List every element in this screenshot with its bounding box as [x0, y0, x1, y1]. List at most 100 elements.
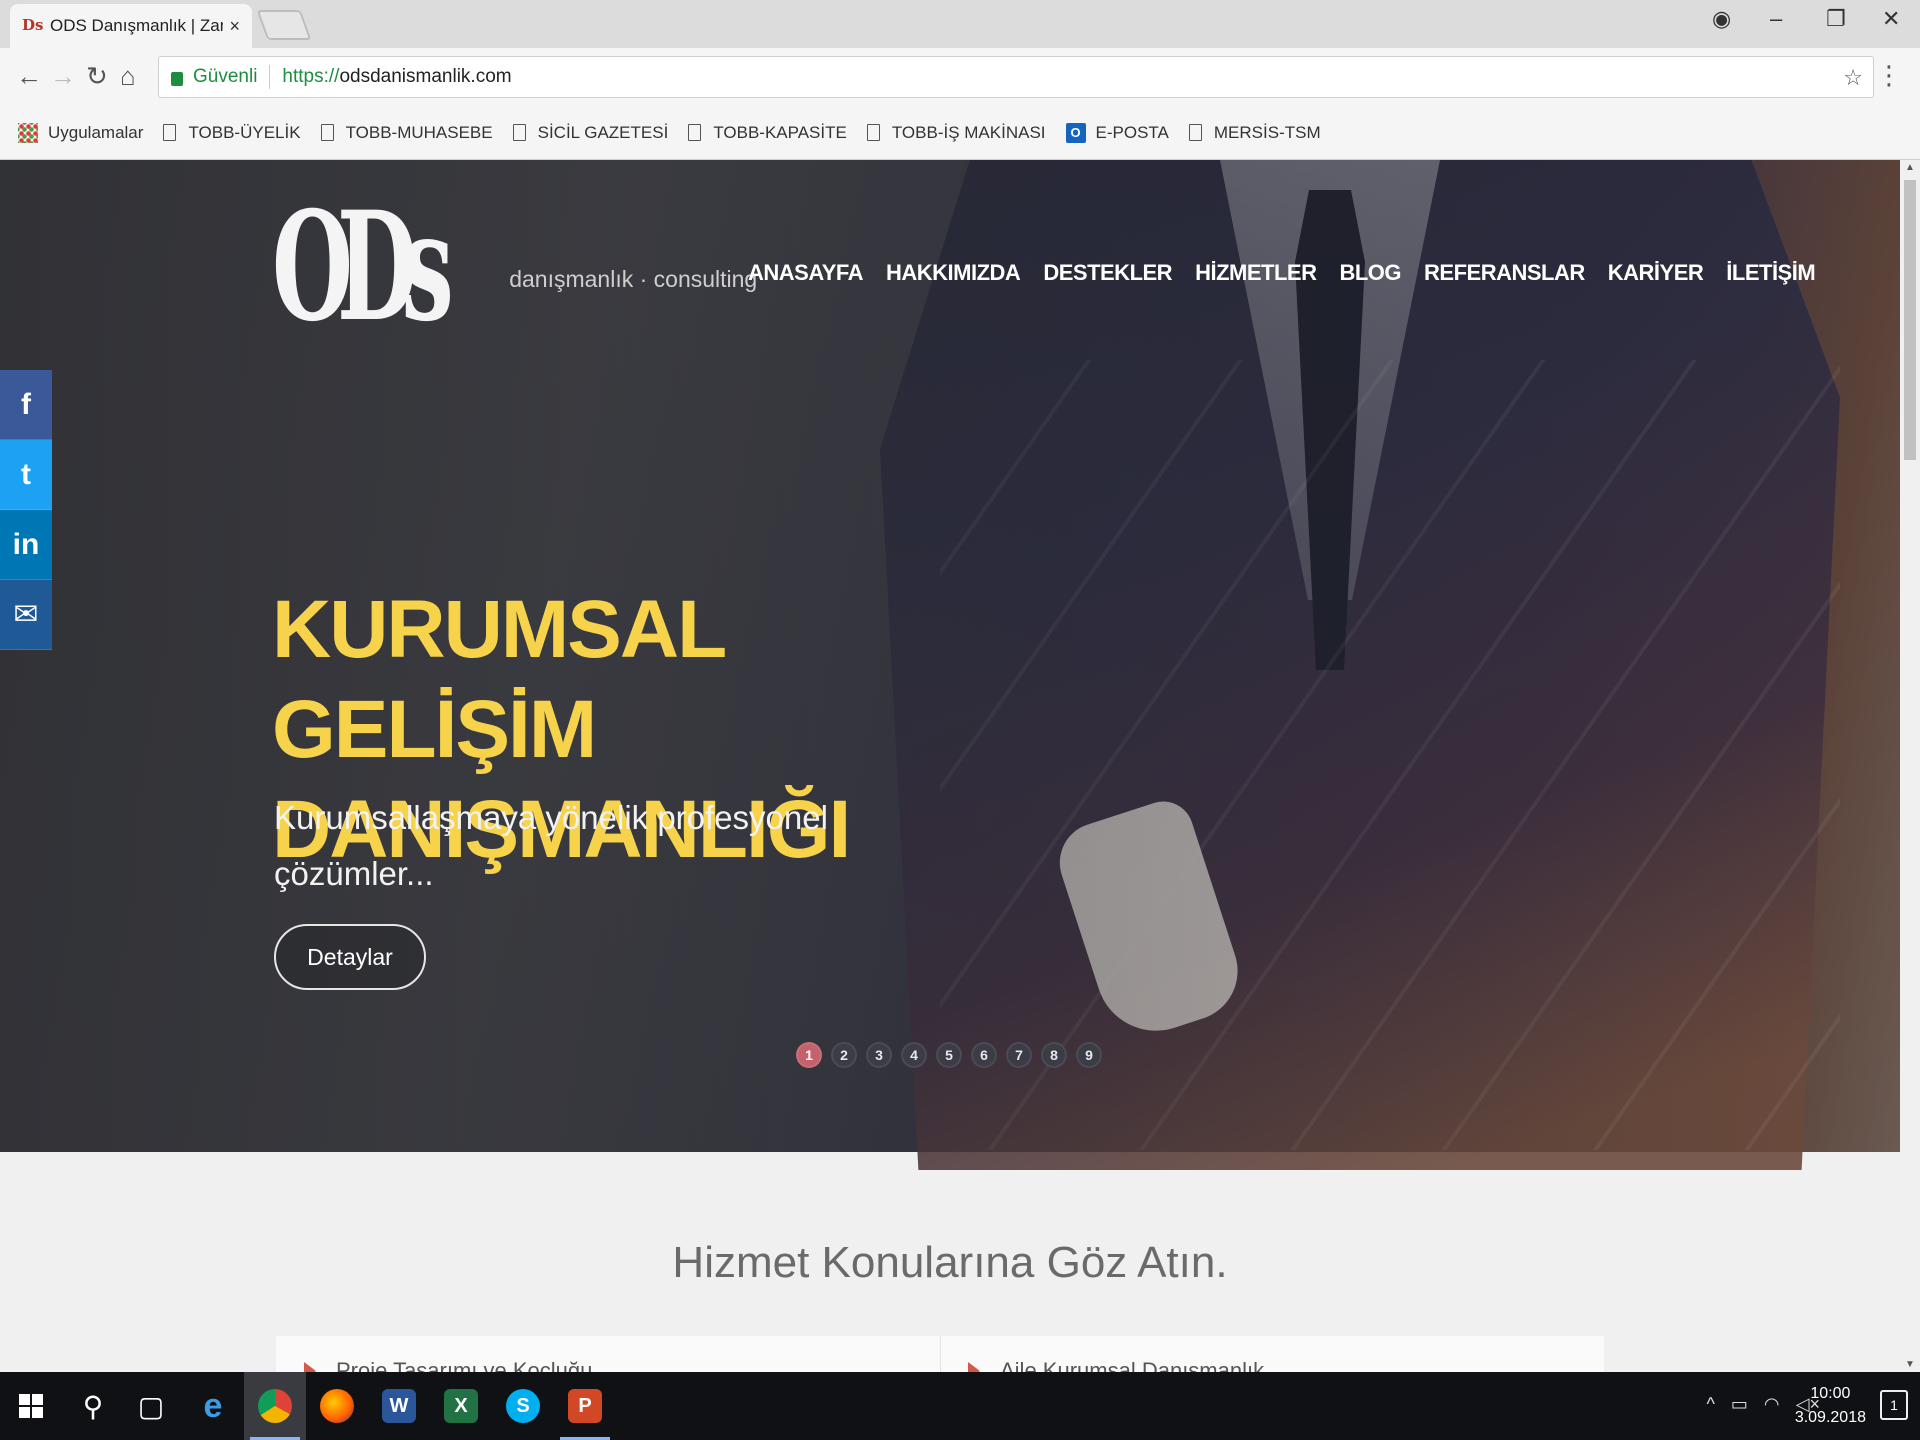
tab-close-icon[interactable]: × [229, 16, 240, 37]
bookmark-e-posta[interactable]: O E-POSTA [1065, 122, 1169, 143]
browser-tabstrip: Ds ODS Danışmanlık | Zaman × ◉ – ❐ ✕ [0, 0, 1920, 48]
windows-logo-icon [19, 1394, 43, 1418]
maximize-icon[interactable]: ❐ [1826, 6, 1846, 32]
site-logo[interactable]: ODs danışmanlık · consulting [272, 192, 757, 342]
service-item[interactable]: Proje Tasarımı ve Koçluğu [304, 1358, 592, 1372]
slider-dot[interactable]: 2 [831, 1042, 857, 1068]
bookmark-tobb-kapasite[interactable]: TOBB-KAPASİTE [688, 123, 847, 143]
start-button[interactable] [0, 1372, 62, 1440]
bookmarks-bar: Uygulamalar TOBB-ÜYELİK TOBB-MUHASEBE Sİ… [0, 106, 1920, 160]
bookmark-sicil-gazetesi[interactable]: SİCİL GAZETESİ [512, 122, 669, 143]
slider-dot[interactable]: 1 [796, 1042, 822, 1068]
details-button[interactable]: Detaylar [274, 924, 426, 990]
excel-icon[interactable]: X [430, 1372, 492, 1440]
word-icon[interactable]: W [368, 1372, 430, 1440]
new-tab-button[interactable] [256, 10, 312, 40]
slider-dot[interactable]: 4 [901, 1042, 927, 1068]
bookmark-label: SİCİL GAZETESİ [537, 122, 669, 142]
scrollbar-thumb[interactable] [1904, 180, 1916, 460]
nav-anasayfa[interactable]: ANASAYFA [748, 260, 864, 286]
page-icon [320, 124, 334, 141]
reload-icon[interactable]: ↻ [86, 61, 108, 92]
chrome-icon[interactable] [244, 1372, 306, 1440]
firefox-icon[interactable] [306, 1372, 368, 1440]
browser-tab[interactable]: Ds ODS Danışmanlık | Zaman × [10, 4, 252, 48]
skype-icon[interactable]: S [492, 1372, 554, 1440]
address-bar[interactable]: Güvenli https:// odsdanismanlik.com ☆ [158, 56, 1874, 98]
search-icon[interactable]: ⚲ [62, 1372, 124, 1440]
tab-title: ODS Danışmanlık | Zaman [50, 16, 223, 35]
slider-dot[interactable]: 8 [1041, 1042, 1067, 1068]
browser-toolbar: ← → ↻ ⌂ Güvenli https:// odsdanismanlik.… [0, 48, 1920, 106]
wifi-icon[interactable]: ◠ [1764, 1394, 1780, 1415]
logo-mark: ODs [272, 179, 454, 355]
profile-icon[interactable]: ◉ [1712, 6, 1731, 32]
minimize-icon[interactable]: – [1770, 6, 1782, 32]
slider-dot[interactable]: 5 [936, 1042, 962, 1068]
social-share-bar: f t in ✉ [0, 370, 52, 650]
bookmark-label: TOBB-MUHASEBE [345, 122, 493, 142]
bookmark-label: TOBB-İŞ MAKİNASI [891, 122, 1046, 142]
home-icon[interactable]: ⌂ [120, 61, 136, 92]
arrow-icon [304, 1362, 316, 1372]
nav-blog[interactable]: BLOG [1339, 260, 1401, 286]
services-cards: Proje Tasarımı ve Koçluğu Aile Kurumsal … [276, 1336, 1604, 1372]
taskbar-clock[interactable]: 10:00 3.09.2018 [1795, 1382, 1866, 1430]
slider-pagination: 1 2 3 4 5 6 7 8 9 [796, 1042, 1111, 1068]
page-scrollbar[interactable]: ▲ ▼ [1900, 160, 1920, 1372]
hero-subtitle: Kurumsallaşmaya yönelik profesyonel çözü… [274, 799, 828, 892]
omnibox-separator [269, 65, 271, 89]
powerpoint-icon[interactable]: P [554, 1372, 616, 1440]
bookmark-label: TOBB-ÜYELİK [188, 122, 301, 142]
hero-title-line1: KURUMSAL GELİŞİM [272, 584, 726, 775]
scroll-down-icon[interactable]: ▼ [1905, 1359, 1915, 1370]
bookmark-mersis-tsm[interactable]: MERSİS-TSM [1188, 122, 1321, 143]
logo-text: danışmanlık · consulting [509, 265, 758, 292]
bookmark-label: Uygulamalar [48, 122, 144, 142]
main-nav: ANASAYFA HAKKIMIZDA DESTEKLER HİZMETLER … [748, 260, 1838, 286]
slider-dot[interactable]: 7 [1006, 1042, 1032, 1068]
hero-slider: ODs danışmanlık · consulting ANASAYFA HA… [0, 160, 1900, 1170]
bookmark-tobb-is-makinasi[interactable]: TOBB-İŞ MAKİNASI [866, 122, 1046, 143]
page-icon [866, 124, 880, 141]
star-icon[interactable]: ☆ [1843, 65, 1863, 91]
service-label: Proje Tasarımı ve Koçluğu [336, 1358, 593, 1372]
nav-kariyer[interactable]: KARİYER [1608, 260, 1704, 286]
linkedin-icon[interactable]: in [0, 510, 52, 580]
edge-icon[interactable]: e [182, 1372, 244, 1440]
service-item[interactable]: Aile Kurumsal Danışmanlık [968, 1358, 1264, 1372]
clock-time: 10:00 [1810, 1385, 1851, 1402]
chevron-up-icon[interactable]: ^ [1706, 1394, 1714, 1415]
service-label: Aile Kurumsal Danışmanlık [1000, 1358, 1265, 1372]
bookmark-tobb-uyelik[interactable]: TOBB-ÜYELİK [163, 122, 301, 143]
forward-icon[interactable]: → [50, 61, 76, 92]
menu-icon[interactable]: ⋮ [1876, 60, 1902, 91]
email-icon[interactable]: ✉ [0, 580, 52, 650]
url-scheme: https:// [282, 66, 340, 87]
facebook-icon[interactable]: f [0, 370, 52, 440]
nav-hakkimizda[interactable]: HAKKIMIZDA [886, 260, 1021, 286]
nav-hizmetler[interactable]: HİZMETLER [1195, 260, 1317, 286]
slider-dot[interactable]: 9 [1076, 1042, 1102, 1068]
close-window-icon[interactable]: ✕ [1882, 6, 1900, 32]
nav-referanslar[interactable]: REFERANSLAR [1424, 260, 1585, 286]
nav-iletisim[interactable]: İLETİŞİM [1726, 260, 1815, 286]
bookmark-label: E-POSTA [1095, 122, 1169, 142]
battery-icon[interactable]: ▭ [1731, 1394, 1748, 1415]
back-icon[interactable]: ← [16, 61, 42, 92]
apps-grid-icon [18, 122, 38, 143]
bookmark-apps[interactable]: Uygulamalar [18, 122, 144, 143]
bookmark-tobb-muhasebe[interactable]: TOBB-MUHASEBE [320, 122, 493, 143]
scroll-up-icon[interactable]: ▲ [1905, 162, 1915, 173]
services-section-title: Hizmet Konularına Göz Atın. [672, 1238, 1228, 1287]
arrow-icon [968, 1362, 980, 1372]
twitter-icon[interactable]: t [0, 440, 52, 510]
nav-destekler[interactable]: DESTEKLER [1043, 260, 1172, 286]
windows-taskbar: ⚲ ▢ e W X S P ^ ▭ ◠ ◁× 10:00 3.09.2018 1 [0, 1372, 1920, 1440]
bookmark-label: MERSİS-TSM [1213, 122, 1321, 142]
task-view-icon[interactable]: ▢ [120, 1372, 182, 1440]
outlook-icon: O [1065, 122, 1086, 143]
slider-dot[interactable]: 6 [971, 1042, 997, 1068]
slider-dot[interactable]: 3 [866, 1042, 892, 1068]
notification-icon[interactable]: 1 [1880, 1390, 1908, 1420]
